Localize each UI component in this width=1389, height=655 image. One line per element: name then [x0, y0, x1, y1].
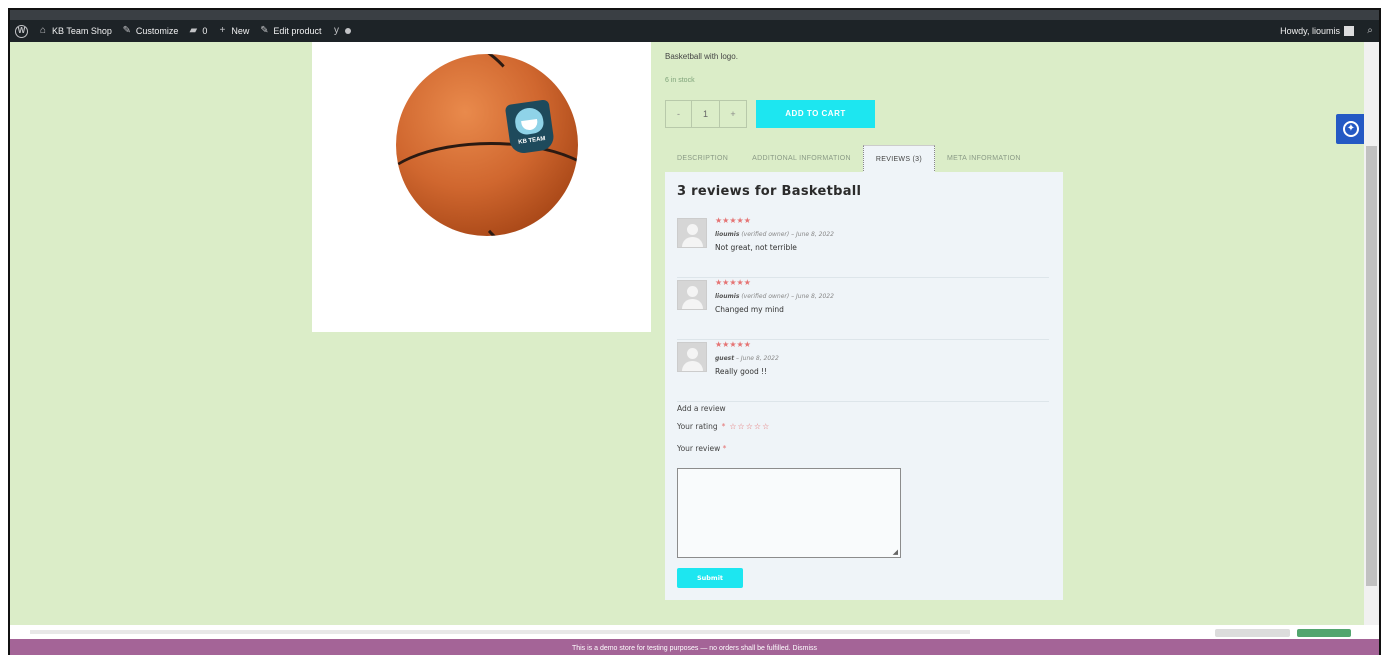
review-text: Changed my mind — [715, 305, 784, 314]
review-author: lioumis — [715, 231, 740, 238]
tab-description[interactable]: DESCRIPTION — [665, 145, 740, 173]
new-content-menu[interactable]: + New — [212, 20, 254, 42]
avatar — [677, 280, 707, 310]
reviews-panel: 3 reviews for Basketball ★★★★★ lioumis (… — [665, 172, 1063, 600]
product-tabs: DESCRIPTION ADDITIONAL INFORMATION REVIE… — [665, 145, 1033, 173]
yoast-menu[interactable]: y — [326, 20, 356, 42]
search-icon[interactable]: ⌕ — [1365, 26, 1375, 36]
avatar — [1344, 26, 1354, 36]
browser-frame: W ⌂ KB Team Shop ✎ Customize ▰ 0 + New ✎… — [8, 8, 1381, 655]
review-item: ★★★★★ lioumis (verified owner) – June 8,… — [677, 216, 1049, 278]
quantity-stepper: - 1 + — [665, 100, 747, 128]
review-date: June 8, 2022 — [796, 293, 834, 300]
review-field-label: Your review * — [677, 444, 726, 453]
your-rating-label: Your rating — [677, 422, 718, 431]
rating-stars: ★★★★★ — [715, 278, 751, 287]
page-content: KB TEAM Basketball with logo. 6 in stock… — [10, 42, 1366, 625]
cookie-settings-button[interactable] — [1215, 629, 1290, 637]
new-label: New — [231, 26, 250, 36]
customize-icon: ✎ — [122, 25, 132, 36]
stock-status: 6 in stock — [665, 77, 695, 84]
scrollbar-thumb[interactable] — [1366, 146, 1377, 586]
accessibility-button[interactable]: ✦ — [1336, 114, 1366, 144]
review-author: guest — [715, 355, 735, 362]
resize-handle-icon[interactable]: ◢ — [893, 548, 898, 556]
demo-store-notice[interactable]: This is a demo store for testing purpose… — [10, 639, 1379, 655]
review-meta: lioumis (verified owner) – June 8, 2022 — [715, 231, 834, 238]
comments-count: 0 — [202, 26, 208, 36]
cookie-accept-button[interactable] — [1297, 629, 1351, 637]
site-name-menu[interactable]: ⌂ KB Team Shop — [33, 20, 117, 42]
comments-link[interactable]: ▰ 0 — [183, 20, 212, 42]
edit-icon: ✎ — [260, 25, 269, 36]
verified-badge: (verified owner) — [741, 293, 790, 300]
wp-logo-menu[interactable]: W — [10, 20, 33, 42]
site-icon: ⌂ — [39, 25, 47, 36]
review-meta: lioumis (verified owner) – June 8, 2022 — [715, 293, 834, 300]
team-logo: KB TEAM — [504, 99, 556, 155]
window-top-strip — [10, 10, 1379, 20]
review-meta: guest – June 8, 2022 — [715, 355, 779, 362]
required-mark: * — [721, 422, 726, 431]
my-account-menu[interactable]: Howdy, lioumis — [1275, 20, 1359, 42]
submit-button[interactable]: Submit — [677, 568, 743, 588]
seo-status-dot — [345, 28, 352, 34]
edit-product-link[interactable]: ✎ Edit product — [254, 20, 326, 42]
basketball-image: KB TEAM — [396, 54, 578, 236]
page-scrollbar[interactable] — [1364, 42, 1379, 625]
avatar — [677, 218, 707, 248]
add-to-cart-button[interactable]: ADD TO CART — [756, 100, 875, 128]
quantity-plus-button[interactable]: + — [720, 101, 746, 127]
add-review-heading: Add a review — [677, 404, 726, 413]
review-text: Not great, not terrible — [715, 243, 797, 252]
verified-badge: (verified owner) — [741, 231, 790, 238]
reviews-title: 3 reviews for Basketball — [677, 184, 862, 199]
plus-icon: + — [219, 25, 226, 36]
yoast-icon: y — [333, 25, 339, 36]
review-item: ★★★★★ guest – June 8, 2022 Really good !… — [677, 340, 1049, 402]
site-name: KB Team Shop — [52, 26, 112, 36]
customize-label: Customize — [135, 26, 179, 36]
review-text: Really good !! — [715, 367, 768, 376]
review-author: lioumis — [715, 293, 740, 300]
quantity-input[interactable]: 1 — [692, 101, 720, 127]
your-review-label: Your review — [677, 444, 721, 453]
customize-link[interactable]: ✎ Customize — [117, 20, 184, 42]
tab-meta-information[interactable]: META INFORMATION — [935, 145, 1033, 173]
product-image[interactable]: KB TEAM — [312, 42, 651, 332]
rating-stars: ★★★★★ — [715, 340, 751, 349]
rating-stars: ★★★★★ — [715, 216, 751, 225]
rating-row: Your rating * ☆☆☆☆☆ — [677, 422, 770, 431]
tab-additional-information[interactable]: ADDITIONAL INFORMATION — [740, 145, 863, 173]
review-item: ★★★★★ lioumis (verified owner) – June 8,… — [677, 278, 1049, 340]
star-rating-input[interactable]: ☆☆☆☆☆ — [729, 422, 770, 431]
cookie-bar-text — [30, 630, 970, 634]
avatar — [677, 342, 707, 372]
comment-icon: ▰ — [189, 25, 198, 36]
wp-admin-bar: W ⌂ KB Team Shop ✎ Customize ▰ 0 + New ✎… — [10, 20, 1379, 42]
required-mark: * — [722, 444, 727, 453]
edit-product-label: Edit product — [273, 26, 322, 36]
review-date: June 8, 2022 — [796, 231, 834, 238]
accessibility-icon: ✦ — [1343, 121, 1359, 137]
howdy-label: Howdy, lioumis — [1280, 26, 1340, 36]
tab-reviews[interactable]: REVIEWS (3) — [862, 145, 936, 173]
wordpress-icon: W — [15, 24, 28, 38]
short-description: Basketball with logo. — [665, 52, 738, 61]
review-textarea[interactable]: ◢ — [677, 468, 901, 558]
review-date: June 8, 2022 — [740, 355, 779, 362]
logo-text: KB TEAM — [517, 135, 546, 146]
quantity-minus-button[interactable]: - — [666, 101, 692, 127]
